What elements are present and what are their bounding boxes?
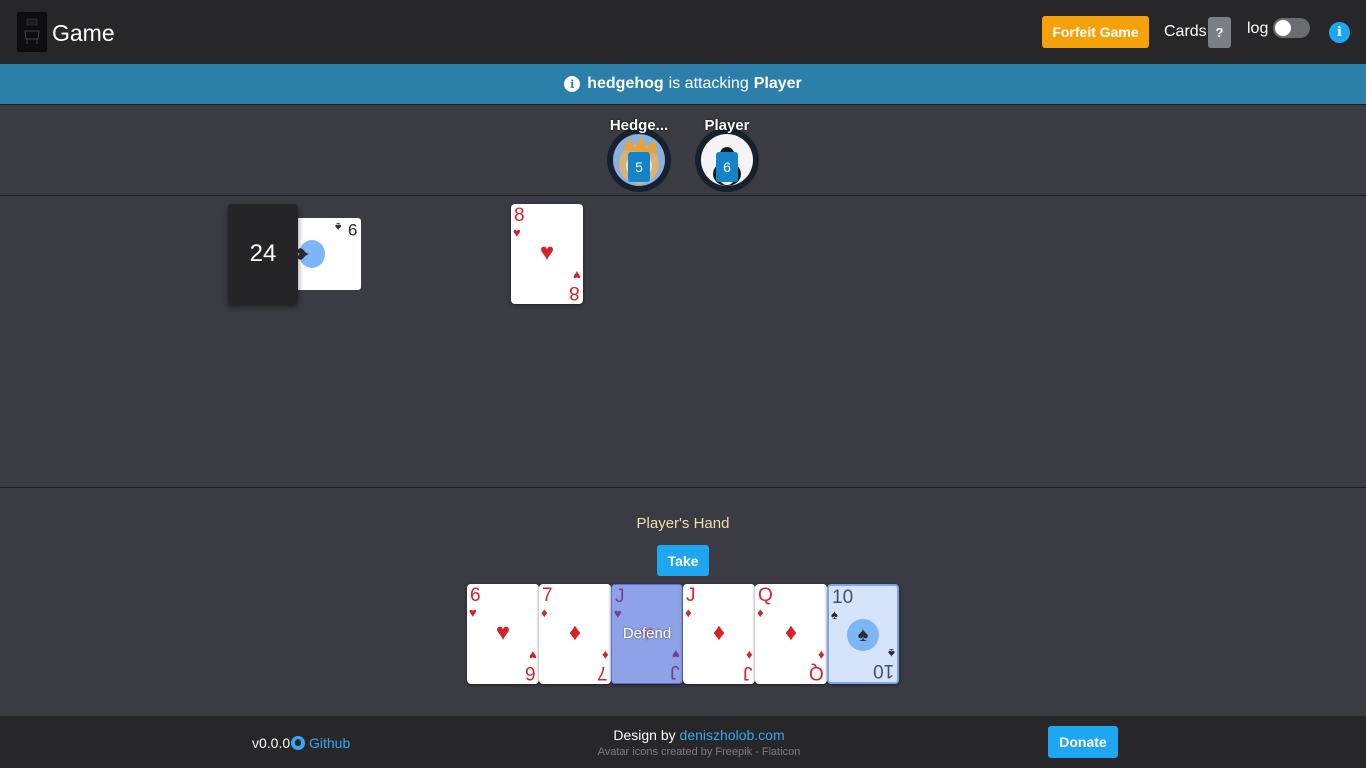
card-rank: 10 xyxy=(872,660,894,681)
heart-icon: ♥ xyxy=(614,606,622,621)
defend-button[interactable]: Defend xyxy=(612,625,682,642)
card-rank: 10 xyxy=(832,587,854,608)
hand-card[interactable]: J ♦ ♦ ♦ J xyxy=(683,584,755,684)
player-name: Player xyxy=(704,117,750,134)
deck-pile: 24 xyxy=(228,204,298,304)
heart-icon: ♥ xyxy=(573,268,581,283)
spade-icon: ♠ xyxy=(831,607,838,622)
opponent-player[interactable]: Hedge... 5 xyxy=(604,116,674,196)
donate-button[interactable]: Donate xyxy=(1048,726,1118,758)
heart-icon: ♥ xyxy=(539,239,555,266)
hand-card-trump[interactable]: 10 ♠ ♠ ♠ 10 xyxy=(827,584,899,684)
card-rank: 6 xyxy=(525,662,536,683)
spade-icon: ♠ xyxy=(334,220,341,234)
diamond-icon: ♦ xyxy=(602,648,609,663)
heart-icon: ♥ xyxy=(495,619,511,646)
info-icon[interactable]: i xyxy=(1329,22,1350,43)
diamond-icon: ♦ xyxy=(568,619,582,646)
card-rank: 7 xyxy=(542,585,553,606)
heart-icon: ♥ xyxy=(672,647,680,662)
card-rank: Q xyxy=(758,585,773,606)
top-navbar: Game Forfeit Game Cards ? log i xyxy=(0,0,1366,64)
cards-label: Cards xyxy=(1164,23,1207,40)
card-count-badge: 5 xyxy=(628,152,650,182)
heart-icon: ♥ xyxy=(529,648,537,663)
card-rank: 7 xyxy=(597,662,608,683)
trump-rank: 9 xyxy=(347,220,357,239)
attack-status-banner: i hedgehog is attacking Player xyxy=(0,64,1366,105)
card-rank: J xyxy=(686,585,696,606)
avatar-credit: Avatar icons created by Freepik - Flatic… xyxy=(597,746,801,758)
app-title: Game xyxy=(52,20,115,46)
diamond-icon: ♦ xyxy=(784,619,798,646)
take-button[interactable]: Take xyxy=(657,545,709,576)
card-rank: 8 xyxy=(569,282,580,303)
self-player[interactable]: Player 6 xyxy=(692,116,762,196)
spade-icon: ♠ xyxy=(888,646,895,661)
player-name: Hedge... xyxy=(609,117,669,134)
throne-logo-icon xyxy=(24,18,40,44)
diamond-icon: ♦ xyxy=(541,605,548,620)
card-rank: Q xyxy=(809,662,824,683)
info-icon: i xyxy=(564,76,581,92)
hand-card[interactable]: 7 ♦ ♦ ♦ 7 xyxy=(539,584,611,684)
spade-icon: ♠ xyxy=(847,619,879,651)
deck-count: 24 xyxy=(249,240,277,267)
heart-icon: ♥ xyxy=(513,225,521,240)
designer-link[interactable]: deniszholob.com xyxy=(680,727,785,743)
heart-icon: ♥ xyxy=(469,605,477,620)
attacker-name: hedgehog xyxy=(587,75,664,92)
card-rank: J xyxy=(742,662,753,683)
defender-name: Player xyxy=(753,75,802,92)
log-label: log xyxy=(1247,20,1269,37)
cards-help-button[interactable]: ? xyxy=(1208,17,1231,48)
hand-card[interactable]: 6 ♥ ♥ ♥ 6 xyxy=(467,584,539,684)
diamond-icon: ♦ xyxy=(818,648,825,663)
played-card[interactable]: 8 ♥ ♥ ♥ 8 xyxy=(511,204,583,304)
hand-title: Player's Hand xyxy=(636,515,730,532)
app-logo[interactable] xyxy=(17,12,47,52)
card-rank: 8 xyxy=(514,205,525,226)
trump-card: 9 ♠ ♠ xyxy=(288,218,361,290)
card-rank: 6 xyxy=(470,585,481,606)
hand-card[interactable]: Q ♦ ♦ ♦ Q xyxy=(755,584,827,684)
diamond-icon: ♦ xyxy=(746,648,753,663)
design-credit: Design by deniszholob.com xyxy=(0,727,1366,743)
card-count-badge: 6 xyxy=(716,152,738,182)
game-table: 24 9 ♠ ♠ 8 ♥ ♥ ♥ 8 xyxy=(0,196,1366,488)
log-toggle[interactable] xyxy=(1273,18,1310,38)
footer: v0.0.0 Github Design by deniszholob.com … xyxy=(0,716,1366,768)
toggle-knob xyxy=(1275,20,1291,36)
card-rank: J xyxy=(615,586,625,607)
forfeit-game-button[interactable]: Forfeit Game xyxy=(1042,16,1149,48)
card-rank: J xyxy=(669,661,680,682)
diamond-icon: ♦ xyxy=(685,605,692,620)
diamond-icon: ♦ xyxy=(757,605,764,620)
design-prefix: Design by xyxy=(613,727,676,743)
diamond-icon: ♦ xyxy=(712,619,726,646)
hand-card-selected[interactable]: J ♥ ♥ ♥ J Defend xyxy=(611,584,683,684)
status-text: is attacking xyxy=(668,75,749,92)
players-row: Hedge... 5 Player 6 xyxy=(0,105,1366,196)
